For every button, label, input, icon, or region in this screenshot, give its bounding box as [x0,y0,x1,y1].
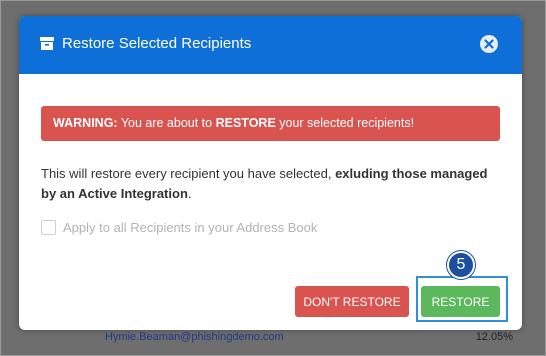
apply-all-checkbox[interactable] [41,219,56,235]
warning-alert: WARNING: You are about to RESTORE your s… [41,106,500,141]
apply-all-label[interactable]: Apply to all Recipients in your Address … [63,220,317,235]
background-percent: 12.05% [475,331,513,343]
apply-all-option[interactable]: Apply to all Recipients in your Address … [41,218,317,236]
close-button[interactable] [480,35,498,53]
description-plain: This will restore every recipient you ha… [41,166,336,181]
close-icon [484,39,494,49]
background-email: Hymie.Beaman@phishingdemo.com [105,331,284,343]
modal-title: Restore Selected Recipients [62,35,252,52]
restore-description: This will restore every recipient you ha… [41,164,501,204]
warning-emphasis: RESTORE [215,116,276,130]
step-badge: 5 [447,251,475,279]
modal-header: Restore Selected Recipients [19,16,522,74]
warning-prefix: WARNING: [53,116,118,130]
description-end: . [187,186,192,201]
dont-restore-button[interactable]: DON'T RESTORE [295,286,409,317]
step-highlight-box [416,276,508,322]
warning-text-after: your selected recipients! [275,116,415,130]
archive-box-icon [40,37,54,50]
warning-text-before: You are about to [117,116,216,130]
background-table-row: Hymie.Beaman@phishingdemo.com 12.05% [1,328,546,348]
